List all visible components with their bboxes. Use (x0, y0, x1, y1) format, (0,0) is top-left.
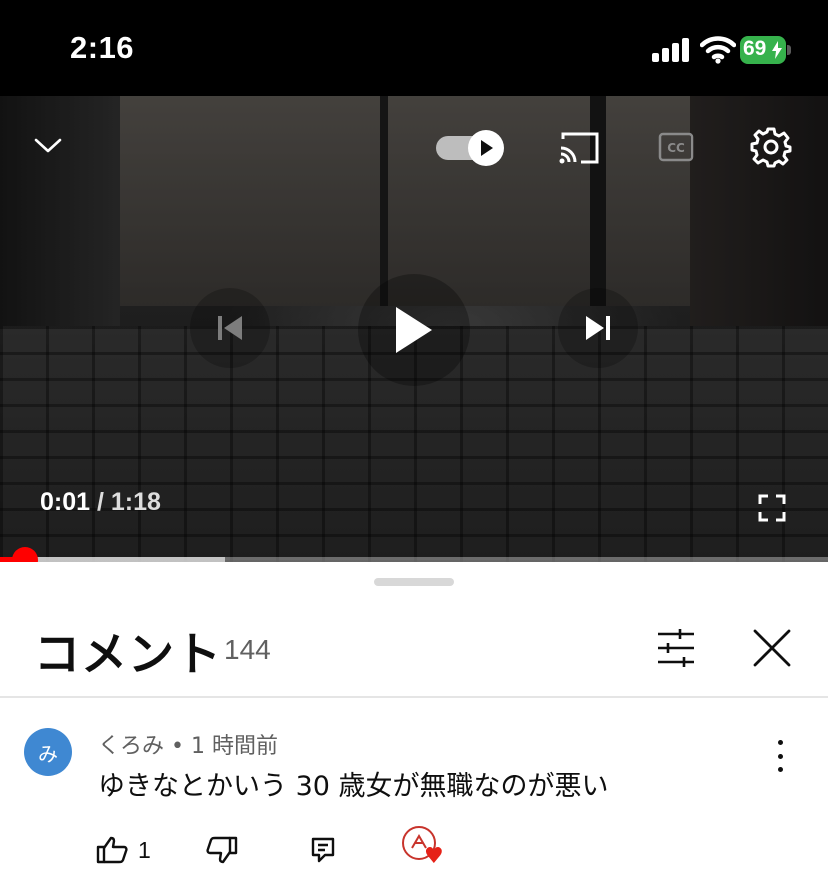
cast-button[interactable] (556, 128, 602, 168)
autoplay-toggle[interactable] (436, 130, 508, 166)
thumbs-up-icon (96, 836, 128, 864)
comment-time: 1 時間前 (191, 734, 278, 759)
like-button[interactable]: 1 (96, 830, 151, 870)
reply-button[interactable] (310, 830, 336, 870)
gear-icon (750, 127, 792, 168)
autoplay-play-icon (468, 130, 504, 166)
sort-filter-button[interactable] (654, 626, 698, 670)
comment-author[interactable]: くろみ (98, 734, 164, 759)
play-button[interactable] (358, 274, 470, 386)
close-icon (753, 629, 791, 667)
meta-separator: • (171, 734, 184, 759)
chevron-down-icon (34, 138, 62, 153)
cast-icon (559, 132, 599, 164)
comments-count: 144 (224, 634, 271, 665)
avatar[interactable]: み (24, 728, 72, 776)
fullscreen-button[interactable] (752, 488, 792, 528)
like-count: 1 (138, 836, 151, 863)
dislike-button[interactable] (206, 830, 238, 870)
collapse-button[interactable] (26, 128, 70, 164)
time-separator: / (97, 488, 104, 516)
comments-panel: コメント 144 み くろみ • 1 時間前 ゆきなとかいう 30 歳女が無職な… (0, 562, 828, 887)
previous-video-button[interactable] (190, 288, 270, 368)
time-display: 0:01 / 1:18 (40, 488, 161, 517)
skip-next-icon (586, 316, 610, 340)
comment-text: ゆきなとかいう 30 歳女が無職なのが悪い (98, 771, 609, 802)
play-icon (396, 307, 432, 353)
svg-text:CC: CC (667, 141, 685, 155)
close-comments-button[interactable] (750, 626, 794, 670)
drag-handle[interactable] (374, 578, 454, 586)
comment-item: み くろみ • 1 時間前 ゆきなとかいう 30 歳女が無職なのが悪い 1 ♥ (0, 698, 828, 887)
settings-button[interactable] (748, 124, 794, 170)
status-time: 2:16 (70, 30, 135, 65)
comments-title: コメント (34, 627, 222, 681)
cellular-signal-icon (652, 38, 692, 62)
battery-icon: 69 (740, 36, 792, 64)
creator-heart-badge: ♥ (402, 826, 446, 870)
battery-level: 69 (743, 37, 767, 60)
filter-sliders-icon (658, 629, 694, 667)
cc-icon: CC (658, 132, 694, 162)
skip-previous-icon (218, 316, 242, 340)
total-time: 1:18 (110, 488, 161, 516)
current-time: 0:01 (40, 488, 91, 516)
charging-bolt-icon (772, 41, 782, 59)
status-bar: 2:16 69 (0, 0, 828, 96)
fullscreen-icon (758, 494, 786, 522)
captions-button[interactable]: CC (656, 128, 696, 166)
next-video-button[interactable] (558, 288, 638, 368)
heart-icon: ♥ (424, 844, 444, 869)
reply-comment-icon (311, 837, 335, 863)
comment-meta: くろみ • 1 時間前 (98, 728, 278, 760)
comment-more-button[interactable] (766, 736, 794, 776)
wifi-icon (699, 36, 737, 64)
video-player[interactable]: CC 0:01 / 1:18 (0, 96, 828, 562)
thumbs-down-icon (206, 836, 238, 864)
